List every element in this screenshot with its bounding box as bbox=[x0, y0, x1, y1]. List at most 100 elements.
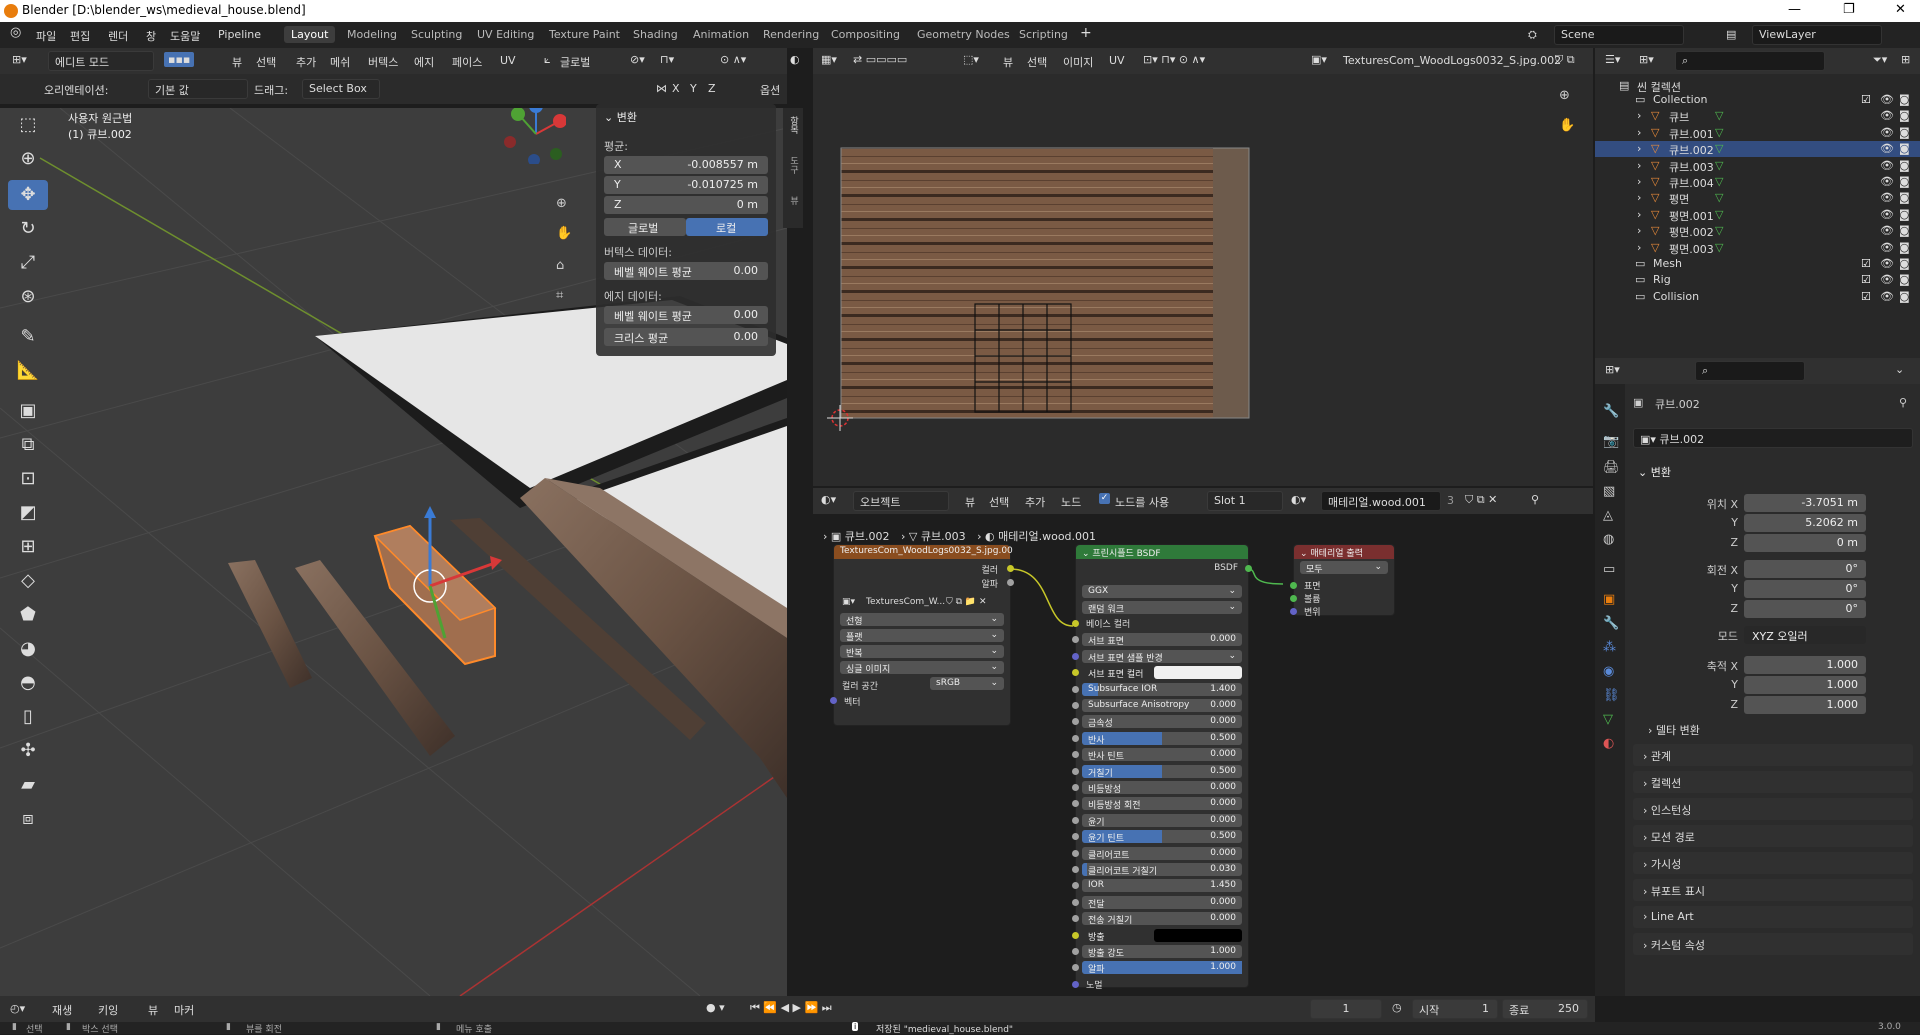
location-y-field[interactable]: 5.2062 m bbox=[1744, 514, 1866, 532]
menu-edit[interactable]: 편집 bbox=[70, 28, 90, 44]
delta-transform-toggle[interactable]: › 델타 변환 bbox=[1648, 722, 1700, 738]
menu-file[interactable]: 파일 bbox=[36, 28, 56, 44]
uv-pivot-icon[interactable]: ⊡▾ ⊓▾ ⊙ ∧▾ bbox=[1143, 53, 1205, 66]
render-camera-icon[interactable]: ◙ bbox=[1899, 175, 1910, 188]
exclude-checkbox[interactable]: ☑ bbox=[1861, 290, 1871, 303]
tab-sculpting[interactable]: Sculpting bbox=[404, 26, 469, 43]
cursor-icon[interactable]: ⊕ bbox=[8, 144, 48, 174]
visibility-eye-icon[interactable]: 👁 bbox=[1880, 273, 1894, 286]
bsdf-output-socket[interactable] bbox=[1245, 565, 1252, 572]
properties-options-icon[interactable]: ⌄ bbox=[1895, 363, 1904, 376]
material-name-field[interactable]: 매테리얼.wood.001 bbox=[1321, 491, 1441, 511]
bsdf-input-socket[interactable] bbox=[1072, 669, 1079, 677]
record-icon[interactable]: ● ▾ bbox=[706, 1001, 725, 1014]
visibility-eye-icon[interactable]: 👁 bbox=[1880, 290, 1894, 303]
bsdf-input-row[interactable]: Subsurface Anisotropy 0.000 bbox=[1082, 699, 1242, 712]
node-menu-add[interactable]: 추가 bbox=[1025, 494, 1045, 510]
material-actions-icon[interactable]: ⛉ ⧉ ✕ bbox=[1465, 493, 1497, 507]
render-camera-icon[interactable]: ◙ bbox=[1899, 208, 1910, 221]
timeline-menu-playback[interactable]: 재생 bbox=[52, 1002, 72, 1018]
inset-icon[interactable]: ⊡ bbox=[8, 464, 48, 494]
vp-menu-vertex[interactable]: 버텍스 bbox=[368, 54, 398, 70]
bsdf-input-row[interactable]: 윤기 틴트 0.500 bbox=[1082, 830, 1242, 844]
fake-user-icon[interactable]: ⛉ ⧉ bbox=[1555, 53, 1575, 67]
collection-tab-icon[interactable]: ▭ bbox=[1603, 562, 1615, 577]
bsdf-input-row[interactable]: 알파 1.000 bbox=[1082, 961, 1242, 975]
exclude-checkbox[interactable]: ☑ bbox=[1861, 257, 1871, 270]
output-target-dropdown[interactable]: 모두 ⌄ bbox=[1300, 561, 1388, 575]
outliner-item[interactable]: › ▽ ▽ 큐브.004 👁 ◙ bbox=[1595, 174, 1920, 190]
uv-hand-icon[interactable]: ✋ bbox=[1559, 118, 1575, 133]
visibility-eye-icon[interactable]: 👁 bbox=[1880, 208, 1894, 221]
bsdf-input-socket[interactable] bbox=[1072, 931, 1079, 939]
outliner-item[interactable]: ▭ ☑ Collection 👁 ◙ bbox=[1595, 92, 1920, 108]
node-editor-canvas[interactable]: › ▣ 큐브.002 › ▽ 큐브.003 › ◐ 매테리얼.wood.001 … bbox=[813, 514, 1593, 996]
bsdf-input-row[interactable]: 서브 표면 샘플 반경 ⌄ bbox=[1082, 649, 1242, 664]
render-camera-icon[interactable]: ◙ bbox=[1899, 257, 1910, 270]
render-camera-icon[interactable]: ◙ bbox=[1899, 224, 1910, 237]
subsurface-method-dropdown[interactable]: 랜덤 워크 ⌄ bbox=[1082, 601, 1242, 615]
bsdf-input-socket[interactable] bbox=[1072, 833, 1079, 841]
transform-icon[interactable]: ⊛ bbox=[8, 282, 48, 312]
extension-dropdown[interactable]: 반복 ⌄ bbox=[840, 645, 1004, 659]
properties-search-input[interactable]: ⌕ bbox=[1695, 361, 1805, 381]
bsdf-input-row[interactable]: IOR 1.450 bbox=[1082, 879, 1242, 893]
bsdf-input-row[interactable]: 클리어코트 거칠기 0.030 bbox=[1082, 863, 1242, 877]
bsdf-input-socket[interactable] bbox=[1072, 636, 1079, 644]
bsdf-input-socket[interactable] bbox=[1072, 800, 1079, 808]
bsdf-input-socket[interactable] bbox=[1072, 767, 1079, 775]
render-camera-icon[interactable]: ◙ bbox=[1899, 290, 1910, 303]
render-camera-icon[interactable]: ◙ bbox=[1899, 241, 1910, 254]
global-button[interactable]: 글로벌 bbox=[604, 218, 686, 236]
median-z-field[interactable]: Z 0 m bbox=[604, 196, 768, 214]
outliner-item[interactable]: › ▽ ▽ 큐브.001 👁 ◙ bbox=[1595, 125, 1920, 141]
bsdf-input-row[interactable]: 전달 0.000 bbox=[1082, 895, 1242, 910]
render-camera-icon[interactable]: ◙ bbox=[1899, 273, 1910, 286]
property-section[interactable]: › 가시성 bbox=[1633, 852, 1913, 874]
outliner-item[interactable]: › ▽ ▽ 평면 👁 ◙ bbox=[1595, 190, 1920, 206]
bsdf-input-socket[interactable] bbox=[1072, 849, 1079, 857]
image-actions-icon[interactable]: ⛉ ⧉ 📁 ✕ bbox=[946, 597, 987, 607]
outliner-item[interactable]: ▭ ☑ Mesh 👁 ◙ bbox=[1595, 256, 1920, 272]
bsdf-input-socket[interactable] bbox=[1072, 734, 1079, 742]
bsdf-input-socket[interactable] bbox=[1072, 685, 1079, 693]
visibility-eye-icon[interactable]: 👁 bbox=[1880, 126, 1894, 139]
options-dropdown[interactable]: 옵션 bbox=[760, 82, 780, 98]
vp-menu-view[interactable]: 뷰 bbox=[232, 54, 242, 70]
location-x-field[interactable]: -3.7051 m bbox=[1744, 494, 1866, 512]
outliner-item[interactable]: › ▽ ▽ 평면.001 👁 ◙ bbox=[1595, 207, 1920, 223]
image-texture-node[interactable]: TexturesCom_WoodLogs0032_S.jpg.00 컬러 알파 … bbox=[830, 544, 1014, 726]
overlay-icon[interactable]: ◐ bbox=[790, 53, 800, 66]
extrude-icon[interactable]: ⧉ bbox=[8, 430, 48, 460]
slot-dropdown[interactable]: Slot 1 bbox=[1207, 491, 1283, 511]
visibility-eye-icon[interactable]: 👁 bbox=[1880, 257, 1894, 270]
expand-arrow-icon[interactable]: › bbox=[1637, 224, 1641, 237]
uv-sticky-icon[interactable]: ⬚▾ bbox=[963, 53, 979, 66]
tab-scripting[interactable]: Scripting bbox=[1012, 26, 1075, 43]
timeline-menu-view[interactable]: 뷰 bbox=[148, 1002, 158, 1018]
rip-icon[interactable]: ⧈ bbox=[8, 804, 48, 834]
navigation-gizmo[interactable] bbox=[496, 108, 566, 164]
interpolation-dropdown[interactable]: 선형 ⌄ bbox=[840, 613, 1004, 627]
bsdf-input-socket[interactable] bbox=[1072, 718, 1079, 726]
uv-image-name[interactable]: TexturesCom_WoodLogs0032_S.jpg.002 bbox=[1343, 54, 1561, 67]
exclude-checkbox[interactable]: ☑ bbox=[1861, 273, 1871, 286]
bsdf-input-row[interactable]: 반사 틴트 0.000 bbox=[1082, 748, 1242, 762]
bsdf-input-row[interactable]: 거칠기 0.500 bbox=[1082, 764, 1242, 779]
tab-tool[interactable]: 도구 bbox=[787, 156, 800, 174]
render-camera-icon[interactable]: ◙ bbox=[1899, 159, 1910, 172]
tab-compositing[interactable]: Compositing bbox=[824, 26, 907, 43]
scale-y-field[interactable]: 1.000 bbox=[1744, 676, 1866, 694]
outliner-item[interactable]: › ▽ ▽ 큐브.003 👁 ◙ bbox=[1595, 158, 1920, 174]
editor-type-icon[interactable]: ⊞▾ bbox=[12, 53, 27, 66]
world-tab-icon[interactable]: ◍ bbox=[1603, 532, 1614, 547]
outliner-item[interactable]: › ▽ ▽ 큐브 👁 ◙ bbox=[1595, 108, 1920, 124]
uv-menu-uv[interactable]: UV bbox=[1109, 54, 1125, 67]
edge-bevel-field[interactable]: 베벨 웨이트 평균 0.00 bbox=[604, 306, 768, 324]
shear-icon[interactable]: ▰ bbox=[8, 770, 48, 800]
annotate-icon[interactable]: ✎ bbox=[8, 322, 48, 352]
object-tab-icon[interactable]: ▣ bbox=[1603, 592, 1615, 607]
bsdf-input-socket[interactable] bbox=[1072, 964, 1079, 972]
bsdf-input-socket[interactable] bbox=[1072, 784, 1079, 791]
uv-sync-icon[interactable]: ⇄ ▭▭▭▭ bbox=[853, 53, 907, 66]
